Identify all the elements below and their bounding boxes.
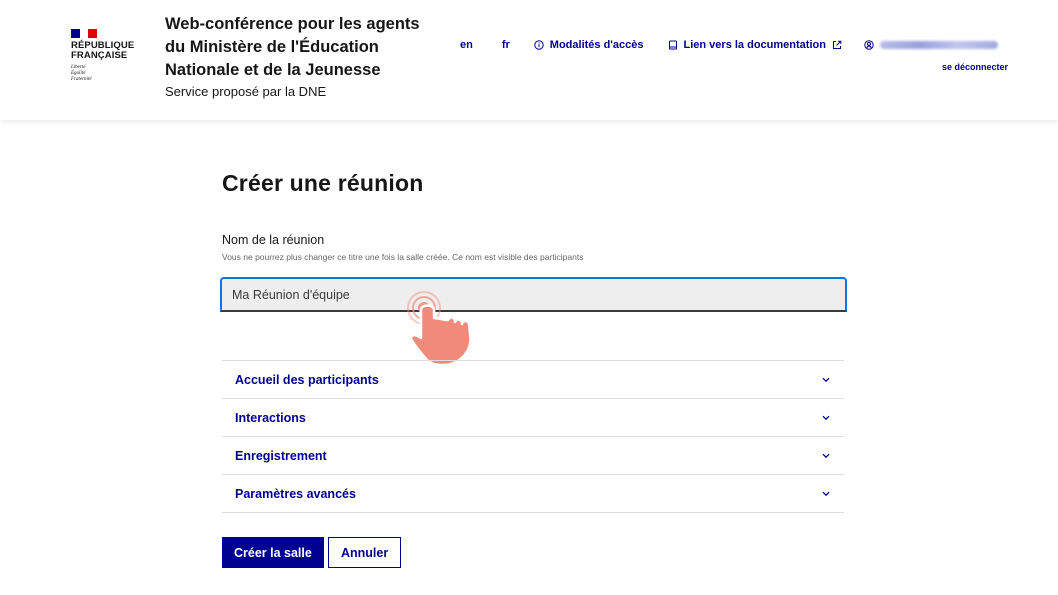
chevron-down-icon bbox=[822, 491, 830, 497]
chevron-down-icon bbox=[822, 453, 830, 459]
meeting-name-label: Nom de la réunion bbox=[222, 233, 325, 247]
logout-link[interactable]: se déconnecter bbox=[942, 62, 1008, 72]
marianne-flag-icon bbox=[71, 29, 98, 38]
user-account[interactable] bbox=[864, 40, 998, 50]
documentation-link-label: Lien vers la documentation bbox=[683, 39, 826, 51]
service-tagline: Service proposé par la DNE bbox=[165, 84, 327, 99]
logo-title: République Française bbox=[71, 40, 135, 61]
service-block: Web-conférence pour les agents du Minist… bbox=[165, 13, 435, 99]
external-link-icon bbox=[832, 40, 842, 49]
book-icon bbox=[668, 40, 677, 50]
chevron-down-icon bbox=[822, 415, 830, 421]
lang-en-link[interactable]: en bbox=[460, 39, 473, 51]
section-label: Interactions bbox=[235, 410, 306, 425]
header-tools: en fr Modalités d'accès Lien vers la doc… bbox=[460, 39, 998, 51]
section-label: Paramètres avancés bbox=[235, 486, 356, 501]
access-link[interactable]: Modalités d'accès bbox=[534, 39, 644, 51]
meeting-name-hint: Vous ne pourrez plus changer ce titre un… bbox=[222, 252, 584, 262]
section-label: Enregistrement bbox=[235, 448, 327, 463]
republique-francaise-logo[interactable]: République Française Liberté Égalité Fra… bbox=[71, 29, 141, 83]
section-accueil-participants[interactable]: Accueil des participants bbox=[222, 361, 844, 399]
page-title: Créer une réunion bbox=[222, 170, 424, 196]
chevron-down-icon bbox=[822, 377, 830, 383]
section-parametres-avances[interactable]: Paramètres avancés bbox=[222, 475, 844, 513]
site-header: République Française Liberté Égalité Fra… bbox=[0, 0, 1058, 120]
settings-accordion: Accueil des participants Interactions En… bbox=[222, 360, 844, 513]
logo-motto: Liberté Égalité Fraternité bbox=[71, 65, 92, 82]
cancel-button[interactable]: Annuler bbox=[328, 537, 402, 568]
info-icon bbox=[534, 40, 544, 50]
user-circle-icon bbox=[864, 40, 874, 50]
access-link-label: Modalités d'accès bbox=[549, 39, 644, 51]
meeting-name-input[interactable] bbox=[220, 277, 847, 312]
section-enregistrement[interactable]: Enregistrement bbox=[222, 437, 844, 475]
documentation-link[interactable]: Lien vers la documentation bbox=[668, 39, 842, 51]
create-room-button[interactable]: Créer la salle bbox=[222, 537, 324, 568]
section-interactions[interactable]: Interactions bbox=[222, 399, 844, 437]
section-label: Accueil des participants bbox=[235, 372, 379, 387]
lang-fr-link[interactable]: fr bbox=[502, 39, 510, 51]
user-name-blurred bbox=[879, 41, 998, 49]
service-title[interactable]: Web-conférence pour les agents du Minist… bbox=[165, 13, 435, 82]
